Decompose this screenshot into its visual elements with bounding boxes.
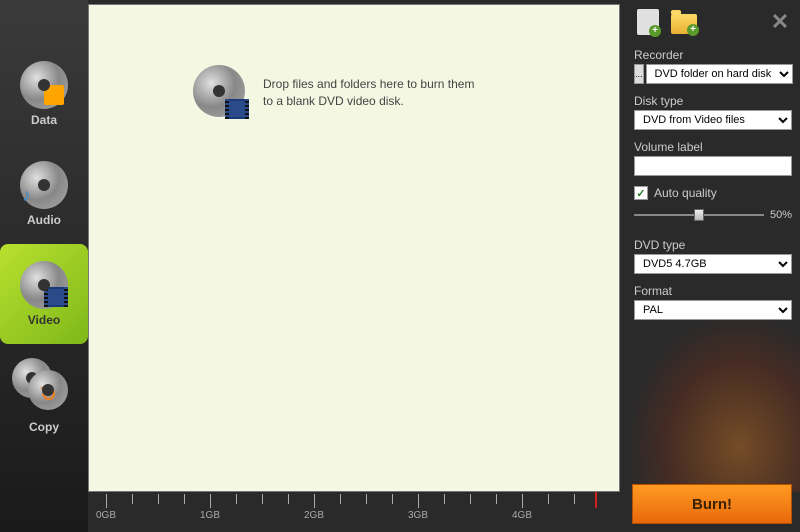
ruler-label: 0GB bbox=[96, 510, 116, 521]
disc-icon bbox=[20, 261, 68, 309]
data-overlay-icon bbox=[44, 85, 64, 105]
sidebar-item-label: Audio bbox=[27, 213, 61, 227]
recorder-select[interactable]: DVD folder on hard disk bbox=[646, 64, 793, 84]
ruler-label: 2GB bbox=[304, 510, 324, 521]
drop-message: Drop files and folders here to burn them… bbox=[193, 65, 474, 121]
arrow-icon: ↻ bbox=[40, 382, 62, 404]
drop-text-line1: Drop files and folders here to burn them bbox=[263, 76, 474, 93]
quality-value: 50% bbox=[770, 209, 792, 221]
close-button[interactable]: ✕ bbox=[768, 9, 792, 35]
sidebar-item-label: Data bbox=[31, 113, 57, 127]
drop-text-line2: to a blank DVD video disk. bbox=[263, 93, 474, 110]
ruler-label: 4GB bbox=[512, 510, 532, 521]
disktype-label: Disk type bbox=[634, 94, 792, 108]
quality-slider[interactable] bbox=[634, 206, 764, 224]
sidebar-item-copy[interactable]: ↻ Copy bbox=[0, 344, 88, 444]
add-file-button[interactable] bbox=[634, 8, 662, 36]
format-label: Format bbox=[634, 284, 792, 298]
add-folder-button[interactable] bbox=[670, 8, 698, 36]
flame-graphic bbox=[626, 312, 800, 492]
sidebar-item-data[interactable]: Data bbox=[0, 44, 88, 144]
disc-icon bbox=[20, 61, 68, 109]
disc-icon: ↻ bbox=[28, 370, 68, 410]
disktype-select[interactable]: DVD from Video files bbox=[634, 110, 792, 130]
dvdtype-select[interactable]: DVD5 4.7GB bbox=[634, 254, 792, 274]
ruler-label: 1GB bbox=[200, 510, 220, 521]
auto-quality-label: Auto quality bbox=[654, 186, 717, 200]
size-ruler: 0GB 1GB 2GB 3GB 4GB bbox=[88, 494, 620, 532]
sidebar-item-label: Copy bbox=[29, 420, 59, 434]
capacity-marker bbox=[595, 492, 597, 508]
recorder-browse-button[interactable]: ... bbox=[634, 64, 644, 84]
filmstrip-icon bbox=[44, 287, 68, 307]
auto-quality-checkbox[interactable]: ✓ bbox=[634, 186, 648, 200]
sidebar-item-label: Video bbox=[28, 313, 60, 327]
recorder-label: Recorder bbox=[634, 48, 792, 62]
drop-zone[interactable]: Drop files and folders here to burn them… bbox=[88, 4, 620, 492]
music-note-icon: ♪ bbox=[22, 185, 40, 207]
format-select[interactable]: PAL bbox=[634, 300, 792, 320]
ruler-label: 3GB bbox=[408, 510, 428, 521]
slider-thumb[interactable] bbox=[694, 209, 704, 221]
volume-input[interactable] bbox=[634, 156, 792, 176]
disc-icon: ♪ bbox=[20, 161, 68, 209]
file-plus-icon bbox=[637, 9, 659, 35]
dvdtype-label: DVD type bbox=[634, 238, 792, 252]
burn-button[interactable]: Burn! bbox=[632, 484, 792, 524]
volume-label: Volume label bbox=[634, 140, 792, 154]
folder-plus-icon bbox=[671, 14, 697, 34]
dvd-video-icon bbox=[193, 65, 249, 121]
sidebar-item-video[interactable]: Video bbox=[0, 244, 88, 344]
sidebar-item-audio[interactable]: ♪ Audio bbox=[0, 144, 88, 244]
